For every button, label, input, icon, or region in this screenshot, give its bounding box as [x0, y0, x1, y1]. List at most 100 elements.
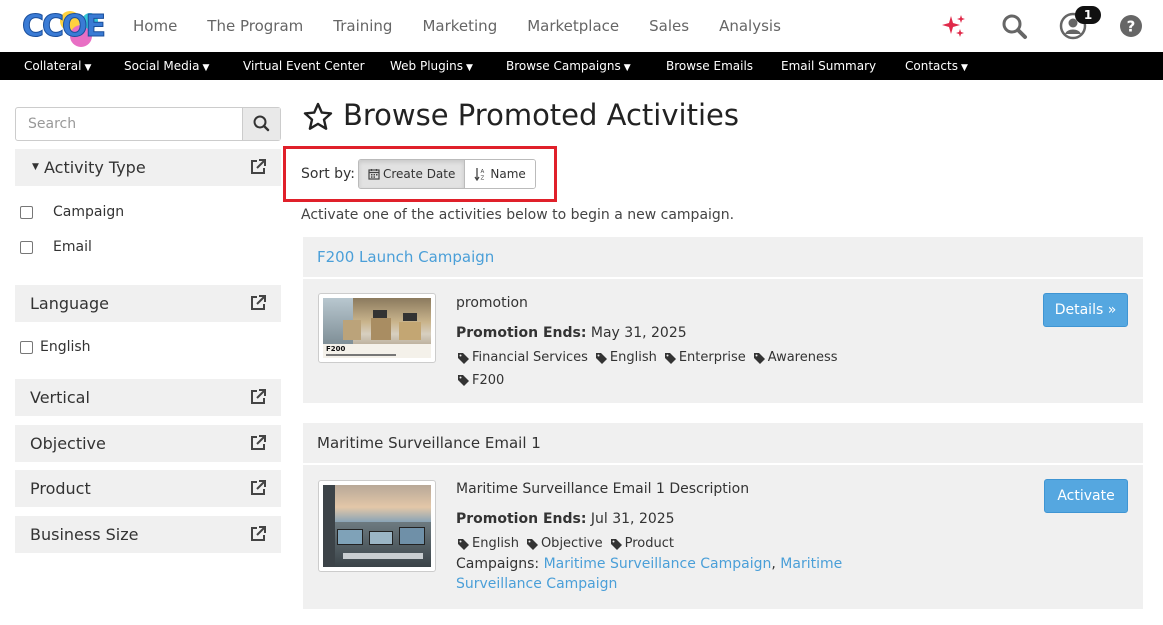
subnav-contacts[interactable]: Contacts ▼	[905, 52, 968, 80]
facet-business-size[interactable]: Business Size	[15, 516, 281, 553]
tag-label: Product	[624, 536, 674, 551]
svg-text:Z: Z	[481, 176, 485, 182]
tag-icon	[610, 538, 622, 550]
filter-option-label: English	[40, 339, 91, 355]
nav-the-program[interactable]: The Program	[192, 17, 318, 35]
campaign-link[interactable]: Maritime Surveillance Campaign	[544, 556, 772, 572]
caret-down-icon: ▼	[32, 162, 39, 172]
details-button[interactable]: Details »	[1043, 293, 1128, 327]
nav-marketing[interactable]: Marketing	[407, 17, 512, 35]
facet-label: Activity Type	[44, 158, 146, 177]
external-link-icon[interactable]	[249, 294, 267, 312]
tag-label: Financial Services	[472, 350, 588, 365]
subnav-label: Browse Campaigns	[506, 59, 621, 73]
external-link-icon[interactable]	[249, 525, 267, 543]
search-icon	[253, 115, 270, 132]
chevron-down-icon: ▼	[84, 63, 92, 73]
subnav-collateral[interactable]: Collateral ▼	[24, 52, 91, 80]
tag-label: Awareness	[767, 350, 838, 365]
nav-analysis[interactable]: Analysis	[704, 17, 796, 35]
facet-vertical[interactable]: Vertical	[15, 379, 281, 416]
top-navbar: CCOE Home The Program Training Marketing…	[0, 0, 1163, 52]
chevron-down-icon: ▼	[202, 63, 210, 73]
activity-title: Maritime Surveillance Email 1	[317, 434, 541, 452]
facet-label: Business Size	[30, 525, 139, 544]
filter-option-email[interactable]: Email	[20, 239, 92, 255]
filter-option-campaign[interactable]: Campaign	[20, 204, 124, 220]
subnav-social-media[interactable]: Social Media ▼	[124, 52, 209, 80]
activity-card: Maritime Surveillance Email 1 Descriptio…	[303, 465, 1143, 609]
external-link-icon[interactable]	[249, 479, 267, 497]
sort-button-group: Create Date A Z Name	[358, 159, 536, 189]
nav-marketplace[interactable]: Marketplace	[512, 17, 634, 35]
activity-thumbnail	[318, 480, 436, 572]
tag-icon	[458, 375, 469, 386]
ship-bridge-image	[323, 485, 431, 567]
sort-option-label: Name	[490, 167, 526, 181]
tag-label: Objective	[540, 536, 603, 551]
filter-option-english[interactable]: English	[20, 339, 91, 355]
tag-icon	[458, 538, 469, 550]
facet-language[interactable]: Language	[15, 285, 281, 322]
help-icon[interactable]: ?	[1118, 12, 1146, 40]
subnav-browse-campaigns[interactable]: Browse Campaigns ▼	[506, 52, 631, 80]
filter-option-label: Campaign	[53, 204, 125, 220]
subnav-browse-emails[interactable]: Browse Emails	[666, 52, 753, 80]
tag-icon	[753, 352, 765, 364]
page-title: Browse Promoted Activities	[343, 98, 739, 132]
sort-label: Sort by:	[301, 166, 356, 182]
external-link-icon[interactable]	[249, 388, 267, 406]
tag: Financial Services	[458, 348, 588, 368]
nav-home[interactable]: Home	[118, 17, 192, 35]
thumbnail-caption: F200	[326, 345, 346, 353]
sort-name-button[interactable]: A Z Name	[465, 160, 535, 188]
logo[interactable]: CCOE	[21, 7, 107, 47]
subnav-label: Social Media	[124, 59, 200, 73]
office-image: F200	[323, 298, 431, 358]
facet-product[interactable]: Product	[15, 470, 281, 507]
facet-label: Vertical	[30, 388, 90, 407]
facet-activity-type[interactable]: ▼ Activity Type	[15, 149, 281, 186]
checkbox[interactable]	[20, 205, 33, 219]
search-button[interactable]	[242, 108, 280, 140]
subnav-web-plugins[interactable]: Web Plugins ▼	[390, 52, 473, 80]
search-icon[interactable]	[1000, 12, 1028, 40]
filter-option-label: Email	[53, 239, 92, 255]
facet-label: Objective	[30, 434, 106, 453]
svg-text:?: ?	[1127, 18, 1136, 36]
activity-name: promotion	[456, 295, 528, 311]
tag-label: Enterprise	[678, 350, 746, 365]
facet-objective[interactable]: Objective	[15, 425, 281, 462]
tag: English	[458, 534, 519, 554]
search-input[interactable]	[16, 108, 243, 140]
tag-label: English	[609, 350, 657, 365]
external-link-icon[interactable]	[249, 158, 267, 176]
checkbox[interactable]	[20, 240, 33, 254]
tag-list: Financial Services English Enterprise Aware…	[458, 348, 848, 393]
external-link-icon[interactable]	[249, 434, 267, 452]
nav-training[interactable]: Training	[318, 17, 407, 35]
checkbox[interactable]	[20, 340, 33, 354]
promotion-ends: Promotion Ends: Jul 31, 2025	[456, 511, 675, 527]
logo-text: CCOE	[21, 9, 106, 45]
promotion-ends: Promotion Ends: May 31, 2025	[456, 325, 687, 341]
star-icon	[303, 102, 333, 130]
facet-label: Language	[30, 294, 109, 313]
activate-button[interactable]: Activate	[1044, 479, 1128, 513]
sort-alpha-icon: A Z	[474, 168, 485, 182]
subnav-virtual-event-center[interactable]: Virtual Event Center	[243, 52, 365, 80]
subnav-label: Contacts	[905, 59, 958, 73]
tag: Enterprise	[664, 348, 746, 368]
subnav-email-summary[interactable]: Email Summary	[781, 52, 876, 80]
sort-create-date-button[interactable]: Create Date	[359, 160, 466, 188]
sparkles-icon[interactable]	[940, 12, 968, 40]
nav-sales[interactable]: Sales	[634, 17, 704, 35]
activity-card-header: Maritime Surveillance Email 1	[303, 423, 1143, 463]
chevron-down-icon: ▼	[623, 63, 631, 73]
campaigns-label: Campaigns:	[456, 556, 540, 572]
tag-label: F200	[472, 372, 505, 388]
tag-icon	[664, 352, 676, 364]
activity-title-link[interactable]: F200 Launch Campaign	[317, 237, 494, 277]
tag-icon	[458, 352, 469, 364]
notification-badge[interactable]: 1	[1075, 6, 1101, 24]
